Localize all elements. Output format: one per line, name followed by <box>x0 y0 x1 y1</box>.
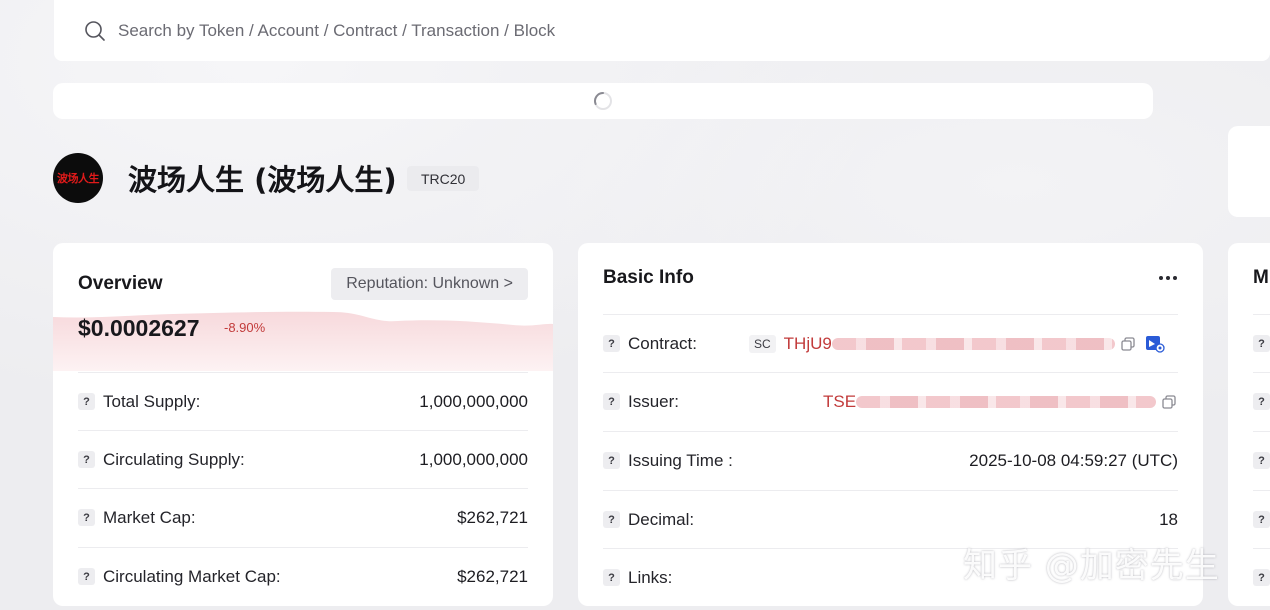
help-icon[interactable]: ? <box>78 509 95 526</box>
redacted-address <box>856 395 1157 408</box>
market-row: ? <box>1253 548 1270 606</box>
search-icon <box>84 20 106 42</box>
search-bar[interactable]: Search by Token / Account / Contract / T… <box>54 0 1270 61</box>
copy-icon[interactable] <box>1162 394 1176 409</box>
market-row: ? <box>1253 431 1270 489</box>
help-icon[interactable]: ? <box>1253 511 1270 528</box>
row-value: 1,000,000,000 <box>419 449 528 469</box>
market-row: ? <box>1253 314 1270 372</box>
token-logo-text: 波场人生 <box>57 172 100 185</box>
row-label: Circulating Market Cap: <box>103 566 281 586</box>
row-label: Links: <box>628 567 673 587</box>
row-value: $262,721 <box>457 566 528 586</box>
row-label: Issuer: <box>628 391 680 411</box>
help-icon[interactable]: ? <box>603 335 620 352</box>
loading-panel <box>53 83 1153 119</box>
watermark: 知乎 @加密先生 <box>963 546 1220 586</box>
market-title: M <box>1253 267 1269 288</box>
help-icon[interactable]: ? <box>1253 452 1270 469</box>
market-row: ? <box>1253 490 1270 548</box>
row-label: Total Supply: <box>103 391 201 411</box>
row-value: $262,721 <box>457 507 528 527</box>
row-label: Issuing Time : <box>628 450 733 470</box>
circulating-supply-row: ? Circulating Supply: 1,000,000,000 <box>78 430 528 488</box>
token-standard-badge: TRC20 <box>407 166 480 191</box>
side-panel-card <box>1228 126 1270 217</box>
market-row: ? <box>1253 372 1270 430</box>
help-icon[interactable]: ? <box>603 511 620 528</box>
issuing-time-row: ? Issuing Time : 2025-10-08 04:59:27 (UT… <box>603 431 1178 489</box>
overview-title: Overview <box>78 273 163 294</box>
more-options-icon[interactable] <box>1158 271 1178 285</box>
redacted-address <box>831 337 1115 350</box>
help-icon[interactable]: ? <box>78 451 95 468</box>
basic-info-title: Basic Info <box>603 267 694 288</box>
token-price: $0.0002627 <box>78 315 200 341</box>
loading-spinner-icon <box>593 91 613 111</box>
help-icon[interactable]: ? <box>1253 569 1270 586</box>
reputation-button[interactable]: Reputation: Unknown > <box>331 268 528 300</box>
token-name: 波场人生 (波场人生) <box>128 163 397 197</box>
help-icon[interactable]: ? <box>1253 393 1270 410</box>
row-label: Decimal: <box>628 509 695 529</box>
row-label: Contract: <box>628 333 697 353</box>
help-icon[interactable]: ? <box>603 393 620 410</box>
sc-badge: SC <box>748 334 776 353</box>
row-value: 2025-10-08 04:59:27 (UTC) <box>969 450 1178 470</box>
contract-address-link[interactable]: THjU9 <box>784 334 832 354</box>
contract-verified-icon[interactable] <box>1145 335 1165 353</box>
row-label: Circulating Supply: <box>103 449 245 469</box>
help-icon[interactable]: ? <box>78 393 95 410</box>
row-value: 18 <box>1159 509 1178 529</box>
copy-icon[interactable] <box>1121 336 1135 351</box>
help-icon[interactable]: ? <box>1253 335 1270 352</box>
help-icon[interactable]: ? <box>603 569 620 586</box>
circulating-market-cap-row: ? Circulating Market Cap: $262,721 <box>78 547 528 605</box>
row-value: 1,000,000,000 <box>419 391 528 411</box>
contract-row: ? Contract: SC THjU9 <box>603 314 1178 372</box>
row-label: Market Cap: <box>103 507 196 527</box>
help-icon[interactable]: ? <box>78 568 95 585</box>
price-change: -8.90% <box>224 320 266 335</box>
help-icon[interactable]: ? <box>603 452 620 469</box>
issuer-address-link[interactable]: TSE <box>823 392 856 412</box>
search-input[interactable]: Search by Token / Account / Contract / T… <box>118 21 555 41</box>
total-supply-row: ? Total Supply: 1,000,000,000 <box>78 372 528 430</box>
market-cap-row: ? Market Cap: $262,721 <box>78 488 528 546</box>
issuer-row: ? Issuer: TSE <box>603 372 1178 430</box>
market-card: M ? ? ? ? ? <box>1228 243 1270 606</box>
token-logo: 波场人生 <box>53 153 103 203</box>
overview-card: Overview Reputation: Unknown > $0.000262… <box>53 243 553 606</box>
